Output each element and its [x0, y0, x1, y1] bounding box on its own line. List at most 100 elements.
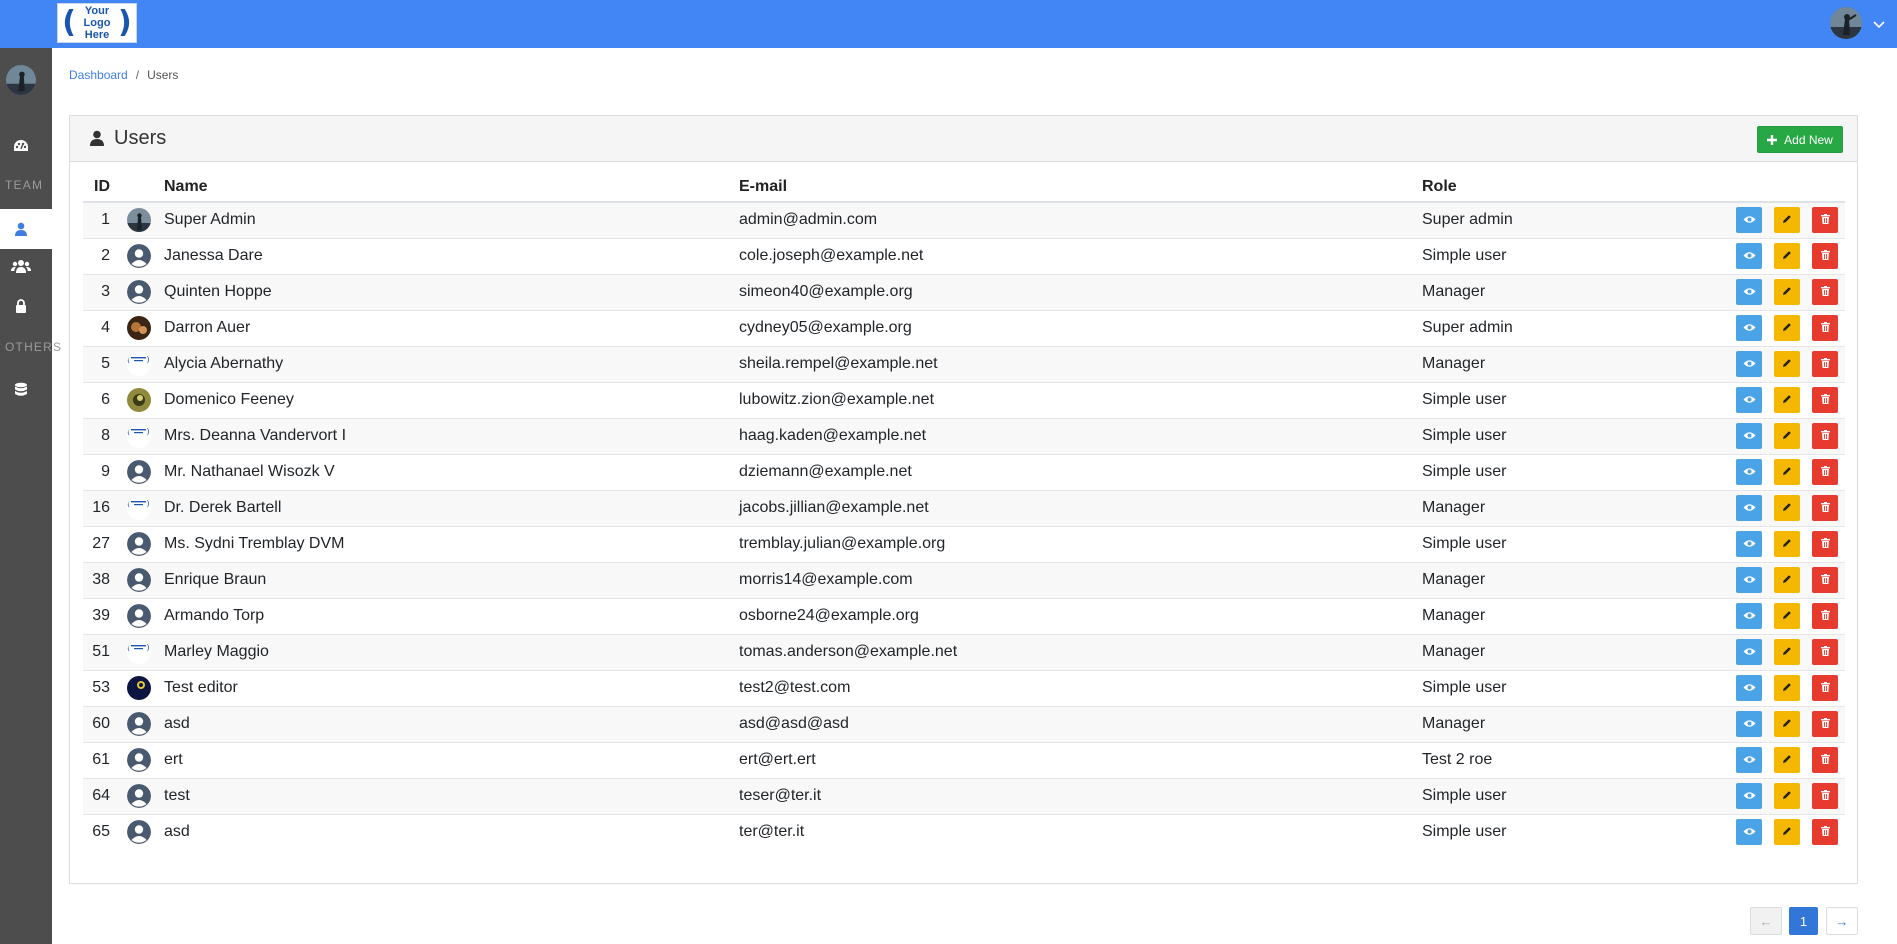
edit-button[interactable]: [1774, 639, 1800, 665]
view-button[interactable]: [1736, 315, 1762, 341]
row-actions: [1722, 345, 1845, 382]
eye-icon: [1743, 247, 1756, 265]
table-row[interactable]: 39 Armando Torp osborne24@example.org Manag…: [83, 597, 1845, 634]
sidebar: TEAM OTHERS: [0, 48, 61, 944]
view-button[interactable]: [1736, 351, 1762, 377]
pagination-prev-button[interactable]: ←: [1750, 907, 1782, 935]
edit-button[interactable]: [1774, 279, 1800, 305]
delete-button[interactable]: [1812, 567, 1838, 593]
table-row[interactable]: 38 Enrique Braun morris14@example.com Manag…: [83, 561, 1845, 598]
cell-email: teser@ter.it: [739, 777, 1422, 814]
pagination-page-1[interactable]: 1: [1789, 907, 1818, 935]
delete-button[interactable]: [1812, 783, 1838, 809]
delete-button[interactable]: [1812, 711, 1838, 737]
column-header-email[interactable]: E-mail: [739, 172, 1422, 203]
users-group-icon[interactable]: [10, 255, 32, 277]
delete-button[interactable]: [1812, 387, 1838, 413]
edit-button[interactable]: [1774, 567, 1800, 593]
table-row[interactable]: 61 ert ert@ert.ert Test 2 roe: [83, 741, 1845, 778]
delete-button[interactable]: [1812, 747, 1838, 773]
delete-button[interactable]: [1812, 531, 1838, 557]
user-avatar[interactable]: [1830, 7, 1862, 39]
table-row[interactable]: 53 Test editor test2@test.com Simple user: [83, 669, 1845, 706]
edit-button[interactable]: [1774, 315, 1800, 341]
delete-button[interactable]: [1812, 639, 1838, 665]
table-row[interactable]: 3 Quinten Hoppe simeon40@example.org Manage…: [83, 273, 1845, 310]
view-button[interactable]: [1736, 675, 1762, 701]
lock-icon[interactable]: [10, 295, 32, 317]
table-row[interactable]: 4 Darron Auer cydney05@example.org Super ad…: [83, 309, 1845, 346]
brand-logo[interactable]: ( Your Logo Here ): [57, 3, 137, 43]
edit-button[interactable]: [1774, 387, 1800, 413]
table-row[interactable]: 5 () Alycia Abernathy sheila.rempel@example…: [83, 345, 1845, 382]
table-row[interactable]: 27 Ms. Sydni Tremblay DVM tremblay.julian@…: [83, 525, 1845, 562]
delete-button[interactable]: [1812, 351, 1838, 377]
edit-button[interactable]: [1774, 603, 1800, 629]
user-icon[interactable]: [10, 218, 32, 240]
sidebar-avatar[interactable]: [6, 65, 36, 95]
pencil-icon: [1782, 751, 1792, 769]
edit-button[interactable]: [1774, 531, 1800, 557]
user-avatar: [127, 280, 151, 304]
column-header-name[interactable]: Name: [164, 172, 739, 203]
table-row[interactable]: 51 () Marley Maggio tomas.anderson@example.…: [83, 633, 1845, 670]
edit-button[interactable]: [1774, 675, 1800, 701]
view-button[interactable]: [1736, 423, 1762, 449]
view-button[interactable]: [1736, 747, 1762, 773]
delete-button[interactable]: [1812, 243, 1838, 269]
table-row[interactable]: 65 asd ter@ter.it Simple user: [83, 813, 1845, 850]
table-row[interactable]: 60 asd asd@asd@asd Manager: [83, 705, 1845, 742]
pagination-next-button[interactable]: →: [1826, 907, 1858, 935]
view-button[interactable]: [1736, 387, 1762, 413]
edit-button[interactable]: [1774, 459, 1800, 485]
view-button[interactable]: [1736, 243, 1762, 269]
view-button[interactable]: [1736, 819, 1762, 846]
delete-button[interactable]: [1812, 279, 1838, 305]
view-button[interactable]: [1736, 531, 1762, 557]
delete-button[interactable]: [1812, 495, 1838, 521]
view-button[interactable]: [1736, 783, 1762, 809]
view-button[interactable]: [1736, 603, 1762, 629]
delete-button[interactable]: [1812, 207, 1838, 234]
view-button[interactable]: [1736, 459, 1762, 485]
edit-button[interactable]: [1774, 747, 1800, 773]
view-button[interactable]: [1736, 711, 1762, 737]
view-button[interactable]: [1736, 495, 1762, 521]
column-header-id[interactable]: ID: [83, 172, 110, 203]
eye-icon: [1743, 751, 1756, 769]
table-row[interactable]: 9 Mr. Nathanael Wisozk Vdziemann@example.…: [83, 453, 1845, 490]
palette-icon[interactable]: [10, 135, 32, 157]
row-actions: [1722, 777, 1845, 814]
chevron-down-icon[interactable]: [1871, 16, 1887, 32]
view-button[interactable]: [1736, 639, 1762, 665]
edit-button[interactable]: [1774, 711, 1800, 737]
add-new-button[interactable]: Add New: [1757, 126, 1843, 153]
table-row[interactable]: 64 test teser@ter.it Simple user: [83, 777, 1845, 814]
delete-button[interactable]: [1812, 819, 1838, 846]
column-header-role[interactable]: Role: [1422, 172, 1722, 203]
delete-button[interactable]: [1812, 459, 1838, 485]
view-button[interactable]: [1736, 279, 1762, 305]
table-row[interactable]: 1 Super Admin admin@admin.com Super admin: [83, 201, 1845, 238]
delete-button[interactable]: [1812, 423, 1838, 449]
breadcrumb-dashboard-link[interactable]: Dashboard: [69, 68, 128, 82]
view-button[interactable]: [1736, 567, 1762, 593]
edit-button[interactable]: [1774, 207, 1800, 234]
table-row[interactable]: 16 () Dr. Derek Bartell jacobs.jillian@exam…: [83, 489, 1845, 526]
edit-button[interactable]: [1774, 783, 1800, 809]
view-button[interactable]: [1736, 207, 1762, 234]
delete-button[interactable]: [1812, 315, 1838, 341]
delete-button[interactable]: [1812, 603, 1838, 629]
pencil-icon: [1782, 283, 1792, 301]
edit-button[interactable]: [1774, 819, 1800, 846]
table-row[interactable]: 2 Janessa Dare cole.joseph@example.net Simp…: [83, 237, 1845, 274]
edit-button[interactable]: [1774, 243, 1800, 269]
edit-button[interactable]: [1774, 351, 1800, 377]
table-row[interactable]: 8 () Mrs. Deanna Vandervort Ihaag.kaden@ex…: [83, 417, 1845, 454]
delete-button[interactable]: [1812, 675, 1838, 701]
edit-button[interactable]: [1774, 423, 1800, 449]
table-row[interactable]: 6 Domenico Feeney lubowitz.zion@example.ne…: [83, 381, 1845, 418]
edit-button[interactable]: [1774, 495, 1800, 521]
database-icon[interactable]: [10, 379, 32, 401]
trash-icon: [1820, 391, 1830, 409]
